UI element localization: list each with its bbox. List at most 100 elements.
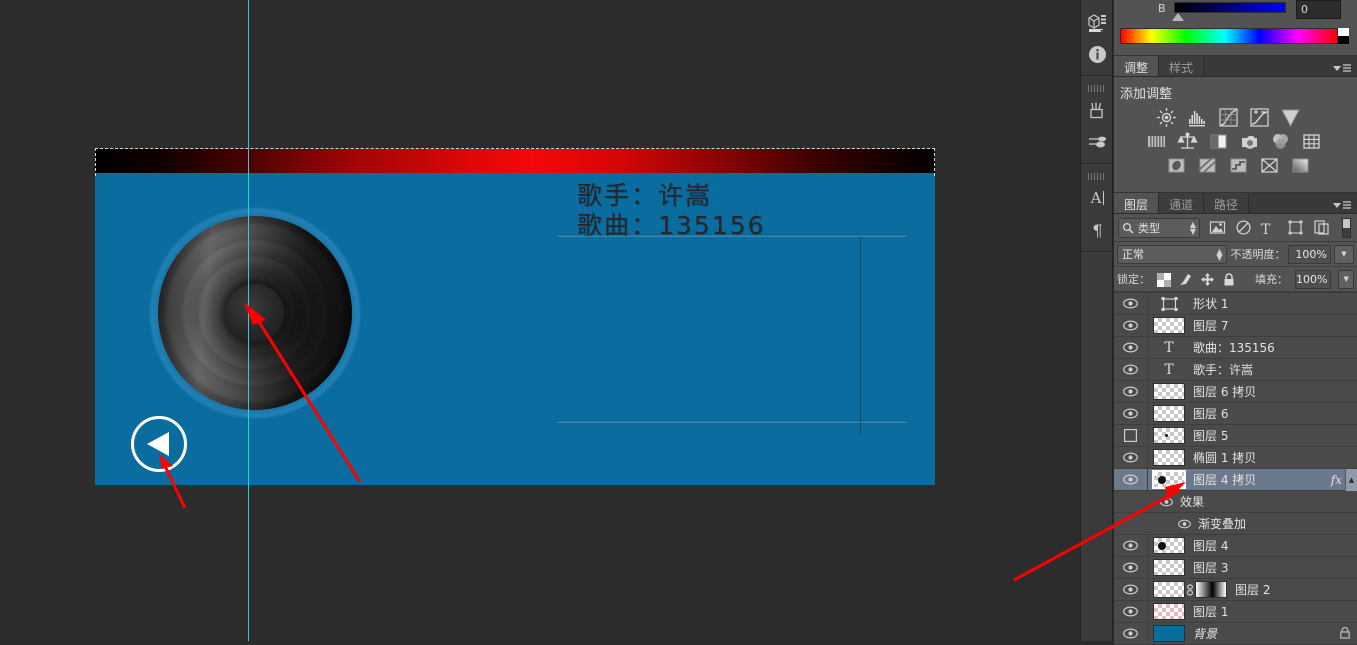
vibrance-icon[interactable] — [1280, 107, 1301, 128]
layer-visibility-toggle[interactable] — [1114, 447, 1148, 468]
layer-row-layer-7[interactable]: 图层 7 — [1114, 315, 1357, 337]
layer-thumbnail[interactable] — [1153, 383, 1185, 400]
adjustments-panel[interactable]: 添加调整 — [1114, 77, 1357, 193]
layer-thumbnail[interactable] — [1153, 537, 1185, 554]
layer-effects-group-row[interactable]: 效果 — [1114, 491, 1357, 513]
layer-thumbnail[interactable] — [1153, 449, 1185, 466]
adjustments-tabbar[interactable]: 调整 样式 — [1114, 56, 1357, 77]
layer-list[interactable]: 形状 1 图层 7 T 歌曲：135156 T 歌手：许嵩 图层 6 拷贝 图层… — [1114, 292, 1357, 645]
layer-thumbnail[interactable] — [1153, 625, 1185, 642]
filter-pixel-icon[interactable] — [1209, 219, 1226, 237]
vertical-guide[interactable] — [248, 0, 249, 641]
threshold-icon[interactable] — [1228, 155, 1249, 176]
document-canvas-area[interactable]: 歌手：许嵩 歌曲：135156 — [0, 0, 1080, 641]
black-white-icon[interactable] — [1208, 131, 1229, 152]
brightness-contrast-icon[interactable] — [1156, 107, 1177, 128]
lock-all-icon[interactable] — [1222, 272, 1236, 287]
layer-effect-gradient-overlay-row[interactable]: 渐变叠加 — [1114, 513, 1357, 535]
layer-row-background[interactable]: 背景 — [1114, 623, 1357, 645]
tab-paths[interactable]: 路径 — [1204, 193, 1250, 213]
panel-menu-icon[interactable] — [1332, 60, 1352, 72]
layer-visibility-toggle[interactable] — [1114, 381, 1148, 402]
layer-row-layer-4-copy-selected[interactable]: 图层 4 拷贝 fx ▲ — [1114, 468, 1357, 491]
layer-row-shape-1[interactable]: 形状 1 — [1114, 293, 1357, 315]
layer-thumbnail[interactable] — [1153, 317, 1185, 334]
layer-visibility-toggle[interactable] — [1114, 315, 1148, 336]
layer-row-ellipse-1-copy[interactable]: 椭圆 1 拷贝 — [1114, 447, 1357, 469]
layer-filter-type-select[interactable]: 类型 ▲ ▼ — [1118, 217, 1200, 238]
foreground-background-swatch[interactable] — [1338, 28, 1349, 44]
layer-filter-bar[interactable]: 类型 ▲ ▼ T — [1114, 214, 1357, 242]
layer-thumbnail[interactable] — [1153, 603, 1185, 620]
layer-visibility-toggle[interactable] — [1114, 337, 1148, 358]
layers-panel[interactable]: 类型 ▲ ▼ T 正常 ▲ ▼ 不透明度： 100% ▼ 锁定： 填充： 100… — [1114, 214, 1357, 645]
layer-thumbnail[interactable] — [1152, 470, 1186, 489]
layer-thumbnail[interactable] — [1153, 559, 1185, 576]
blend-mode-select[interactable]: 正常 ▲ ▼ — [1117, 244, 1228, 264]
layer-thumbnail[interactable] — [1153, 581, 1185, 598]
layer-row-layer-5[interactable]: 图层 5 — [1114, 425, 1357, 447]
artboard[interactable]: 歌手：许嵩 歌曲：135156 — [95, 149, 935, 485]
layer-visibility-toggle[interactable] — [1114, 403, 1148, 424]
layers-tabbar[interactable]: 图层 通道 路径 — [1114, 193, 1357, 214]
brush-icon[interactable] — [1081, 94, 1114, 126]
mask-link-icon[interactable] — [1185, 583, 1194, 596]
layer-row-layer-1[interactable]: 图层 1 — [1114, 601, 1357, 623]
effects-visibility-toggle[interactable] — [1158, 497, 1174, 507]
layer-mask-thumbnail[interactable] — [1195, 581, 1227, 598]
layer-effects-expand-toggle[interactable]: ▲ — [1345, 468, 1357, 491]
layer-row-layer-2[interactable]: 图层 2 — [1114, 579, 1357, 601]
layer-row-layer-6[interactable]: 图层 6 — [1114, 403, 1357, 425]
layer-visibility-toggle[interactable] — [1114, 557, 1148, 578]
tab-layers[interactable]: 图层 — [1114, 193, 1160, 213]
info-icon[interactable] — [1081, 38, 1114, 70]
posterize-icon[interactable] — [1197, 155, 1218, 176]
curves-icon[interactable] — [1218, 107, 1239, 128]
exposure-icon[interactable] — [1249, 107, 1270, 128]
filter-type-icon[interactable]: T — [1261, 219, 1278, 238]
fill-dropdown-button[interactable]: ▼ — [1338, 269, 1354, 289]
tab-styles[interactable]: 样式 — [1159, 56, 1205, 76]
layer-visibility-toggle[interactable] — [1114, 425, 1148, 446]
tab-channels[interactable]: 通道 — [1159, 193, 1205, 213]
opacity-input[interactable]: 100% — [1288, 244, 1331, 264]
layer-filter-toggle[interactable] — [1342, 217, 1351, 238]
background-swatch[interactable] — [1338, 36, 1349, 44]
panel-icon-rail[interactable]: A ¶ — [1080, 0, 1113, 641]
character-icon[interactable]: A — [1081, 182, 1114, 214]
layers-panel-menu-icon[interactable] — [1332, 197, 1352, 209]
color-balance-icon[interactable] — [1177, 131, 1198, 152]
layer-thumbnail[interactable] — [1153, 405, 1185, 422]
layer-visibility-toggle[interactable] — [1114, 601, 1148, 622]
lock-row[interactable]: 锁定： 填充： 100% ▼ — [1114, 267, 1357, 292]
paragraph-icon[interactable]: ¶ — [1081, 214, 1114, 246]
channel-slider[interactable] — [1174, 2, 1286, 13]
layer-row-text-artist[interactable]: T 歌手：许嵩 — [1114, 359, 1357, 381]
back-arrow-button[interactable] — [131, 416, 187, 472]
selective-color-icon[interactable] — [1259, 155, 1280, 176]
channel-slider-thumb[interactable] — [1172, 13, 1184, 21]
panel-grip[interactable] — [1088, 85, 1105, 92]
layer-visibility-toggle[interactable] — [1114, 579, 1148, 600]
layer-visibility-toggle[interactable] — [1114, 293, 1148, 314]
blend-mode-row[interactable]: 正常 ▲ ▼ 不透明度： 100% ▼ — [1114, 242, 1357, 267]
layer-effects-fx-icon[interactable]: fx — [1331, 473, 1342, 487]
channel-value-input[interactable]: 0 — [1296, 0, 1341, 19]
tab-adjustments[interactable]: 调整 — [1114, 56, 1160, 76]
brush-presets-icon[interactable] — [1081, 126, 1114, 158]
foreground-swatch[interactable] — [1338, 28, 1349, 36]
color-lookup-icon[interactable] — [1301, 131, 1322, 152]
channel-mixer-icon[interactable] — [1270, 131, 1291, 152]
hue-saturation-icon[interactable] — [1146, 131, 1167, 152]
lock-transparency-icon[interactable] — [1157, 272, 1171, 287]
lock-image-icon[interactable] — [1178, 272, 1193, 287]
opacity-dropdown-button[interactable]: ▼ — [1333, 244, 1354, 264]
layer-visibility-toggle[interactable] — [1114, 359, 1148, 380]
lock-position-icon[interactable] — [1200, 272, 1215, 287]
fill-input[interactable]: 100% — [1295, 269, 1332, 289]
color-panel[interactable]: B 0 — [1114, 0, 1357, 56]
layer-row-layer-6-copy[interactable]: 图层 6 拷贝 — [1114, 381, 1357, 403]
filter-smart-object-icon[interactable] — [1313, 219, 1330, 237]
panel-grip-2[interactable] — [1088, 173, 1105, 180]
filter-shape-icon[interactable] — [1287, 219, 1304, 237]
